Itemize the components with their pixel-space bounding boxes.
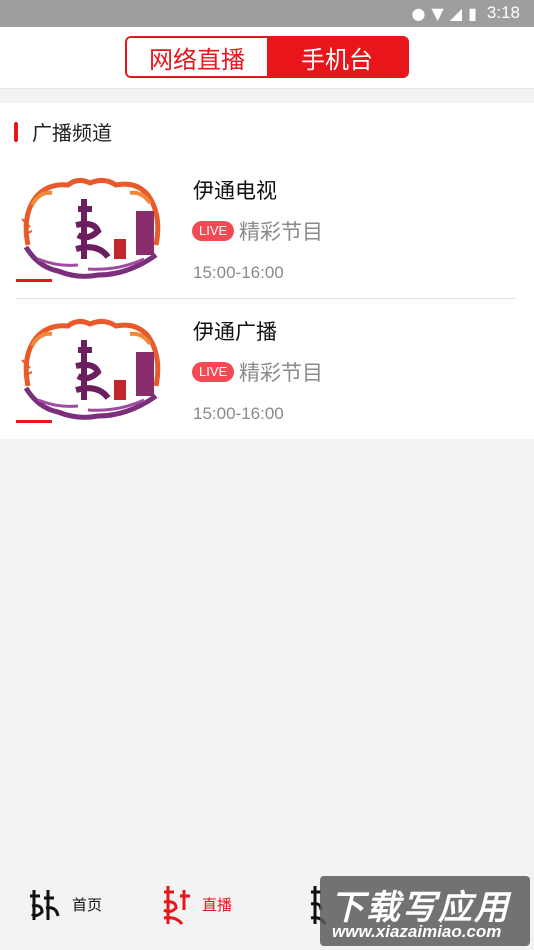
watermark-url: www.xiazaimiao.com	[332, 922, 502, 941]
status-icons: ● ▼ ◢ ▮ 3:18	[412, 3, 521, 23]
channel-name: 伊通广播	[193, 320, 277, 344]
tab-live[interactable]: 直播	[158, 880, 232, 928]
mongolian-script-icon	[163, 886, 190, 925]
watermark-overlay: 下载写应用 www.xiazaimiao.com	[320, 876, 530, 946]
wifi-icon: ▼	[431, 3, 444, 23]
thumb-indicator-line	[16, 420, 52, 423]
channel-list-card: 广播频道 伊通电视 LIVE 精彩节目 15:00-16:00 伊通广播 LIV…	[0, 103, 534, 439]
channel-item[interactable]: 伊通广播 LIVE 精彩节目 15:00-16:00	[0, 306, 534, 446]
channel-logo-image	[18, 316, 164, 424]
section-title: 广播频道	[32, 121, 112, 145]
channel-logo-image	[18, 175, 164, 283]
location-icon: ●	[411, 3, 426, 23]
status-bar: ● ▼ ◢ ▮ 3:18	[0, 0, 534, 27]
live-badge: LIVE	[192, 221, 235, 241]
channel-item[interactable]: 伊通电视 LIVE 精彩节目 15:00-16:00	[0, 165, 534, 305]
live-badge: LIVE	[192, 362, 235, 382]
program-time: 15:00-16:00	[193, 404, 284, 423]
section-accent-bar	[14, 121, 18, 142]
battery-icon: ▮	[468, 3, 477, 23]
segmented-control: 网络直播 手机台	[125, 36, 409, 78]
tab-mobile-station[interactable]: 手机台	[267, 38, 407, 76]
top-header: 网络直播 手机台	[0, 27, 534, 89]
program-title: 精彩节目	[239, 361, 323, 385]
program-time: 15:00-16:00	[193, 263, 284, 282]
tab-live-label: 直播	[202, 895, 233, 914]
tab-home-label: 首页	[72, 895, 103, 914]
mongolian-script-icon	[30, 890, 60, 920]
channel-name: 伊通电视	[193, 179, 277, 203]
tab-network-live[interactable]: 网络直播	[127, 38, 267, 76]
status-time: 3:18	[486, 3, 520, 22]
program-title: 精彩节目	[239, 220, 323, 244]
section-header: 广播频道	[14, 117, 112, 146]
signal-icon: ◢	[449, 3, 463, 23]
thumb-indicator-line	[16, 279, 52, 282]
item-divider	[16, 298, 516, 299]
tab-home[interactable]: 首页	[28, 880, 102, 928]
